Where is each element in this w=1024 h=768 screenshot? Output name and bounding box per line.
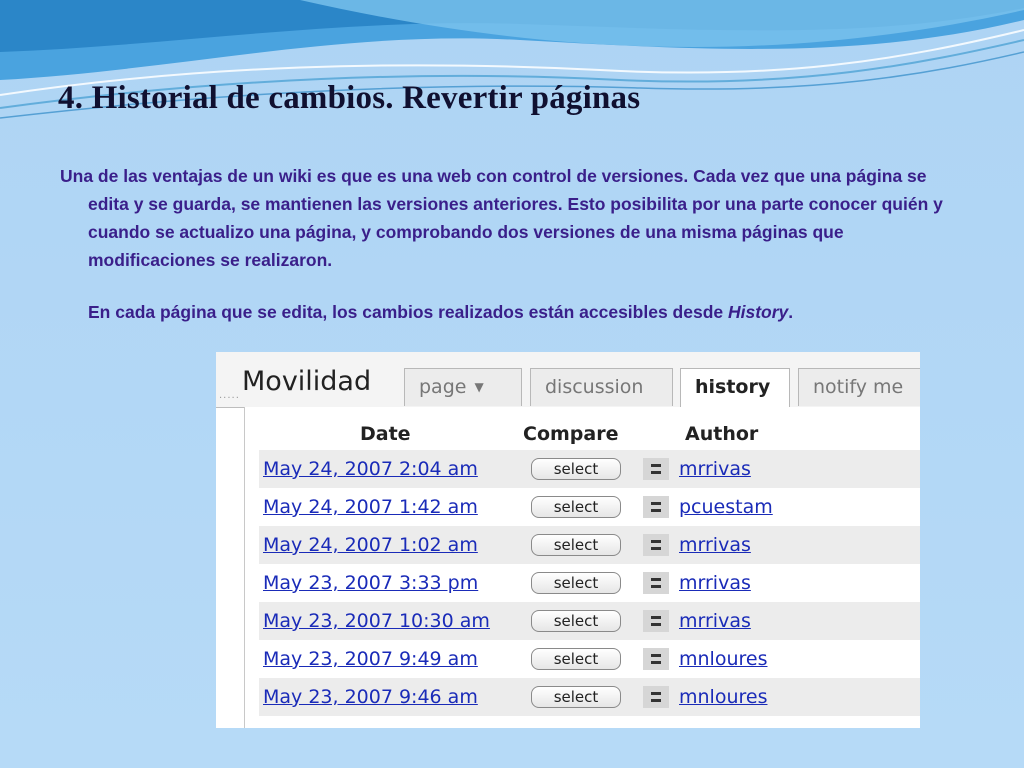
column-header-author: Author <box>685 423 759 445</box>
history-table: Date Compare Author May 24, 2007 2:04 am… <box>244 407 920 728</box>
chevron-down-icon[interactable]: ▼ <box>474 380 483 394</box>
tab-discussion-label: discussion <box>545 376 644 398</box>
table-row: May 23, 2007 9:49 am select mnloures <box>259 640 920 678</box>
tab-page-label: page <box>419 376 467 398</box>
select-button[interactable]: select <box>531 458 621 480</box>
table-row: May 24, 2007 2:04 am select mrrivas <box>259 450 920 488</box>
wiki-header: ..... Movilidad page ▼ discussion history… <box>216 352 920 408</box>
column-header-compare: Compare <box>523 423 619 445</box>
paragraph-history-end: . <box>788 302 794 322</box>
author-link[interactable]: mrrivas <box>679 572 751 594</box>
table-row: May 24, 2007 1:02 am select mrrivas <box>259 526 920 564</box>
dotted-marker: ..... <box>219 390 240 401</box>
paragraph-history: En cada página que se edita, los cambios… <box>88 298 970 326</box>
select-button[interactable]: select <box>531 686 621 708</box>
tab-notify-me[interactable]: notify me <box>798 368 920 406</box>
history-emphasis: History <box>728 302 789 322</box>
tab-page[interactable]: page ▼ <box>404 368 522 406</box>
column-header-date: Date <box>360 423 411 445</box>
slide: 4. Historial de cambios. Revertir página… <box>0 0 1024 768</box>
wiki-history-screenshot: ..... Movilidad page ▼ discussion history… <box>216 352 920 728</box>
revision-date-link[interactable]: May 23, 2007 9:46 am <box>263 686 478 708</box>
user-icon <box>643 610 669 632</box>
select-button[interactable]: select <box>531 496 621 518</box>
author-link[interactable]: mrrivas <box>679 610 751 632</box>
select-button[interactable]: select <box>531 648 621 670</box>
paragraph-history-text: En cada página que se edita, los cambios… <box>88 302 728 322</box>
author-link[interactable]: pcuestam <box>679 496 773 518</box>
author-link[interactable]: mrrivas <box>679 534 751 556</box>
table-row: May 23, 2007 9:46 am select mnloures <box>259 678 920 716</box>
tab-history-label: history <box>695 376 771 398</box>
select-button[interactable]: select <box>531 572 621 594</box>
revision-date-link[interactable]: May 23, 2007 10:30 am <box>263 610 490 632</box>
table-row: May 23, 2007 10:30 am select mrrivas <box>259 602 920 640</box>
tab-notify-label: notify me <box>813 376 904 398</box>
select-button[interactable]: select <box>531 610 621 632</box>
revision-date-link[interactable]: May 24, 2007 1:02 am <box>263 534 478 556</box>
slide-body: Una de las ventajas de un wiki es que es… <box>60 162 970 326</box>
table-row: May 24, 2007 1:42 am select pcuestam <box>259 488 920 526</box>
tab-history[interactable]: history <box>680 368 790 408</box>
revision-date-link[interactable]: May 23, 2007 3:33 pm <box>263 572 478 594</box>
user-icon <box>643 534 669 556</box>
user-icon <box>643 458 669 480</box>
revision-date-link[interactable]: May 24, 2007 1:42 am <box>263 496 478 518</box>
user-icon <box>643 496 669 518</box>
revision-date-link[interactable]: May 23, 2007 9:49 am <box>263 648 478 670</box>
tab-discussion[interactable]: discussion <box>530 368 673 406</box>
paragraph-intro: Una de las ventajas de un wiki es que es… <box>60 166 943 270</box>
select-button[interactable]: select <box>531 534 621 556</box>
table-row: May 23, 2007 3:33 pm select mrrivas <box>259 564 920 602</box>
user-icon <box>643 686 669 708</box>
author-link[interactable]: mnloures <box>679 686 767 708</box>
user-icon <box>643 648 669 670</box>
author-link[interactable]: mrrivas <box>679 458 751 480</box>
slide-title: 4. Historial de cambios. Revertir página… <box>58 80 641 116</box>
author-link[interactable]: mnloures <box>679 648 767 670</box>
revision-date-link[interactable]: May 24, 2007 2:04 am <box>263 458 478 480</box>
user-icon <box>643 572 669 594</box>
wiki-page-title: Movilidad <box>242 366 372 397</box>
